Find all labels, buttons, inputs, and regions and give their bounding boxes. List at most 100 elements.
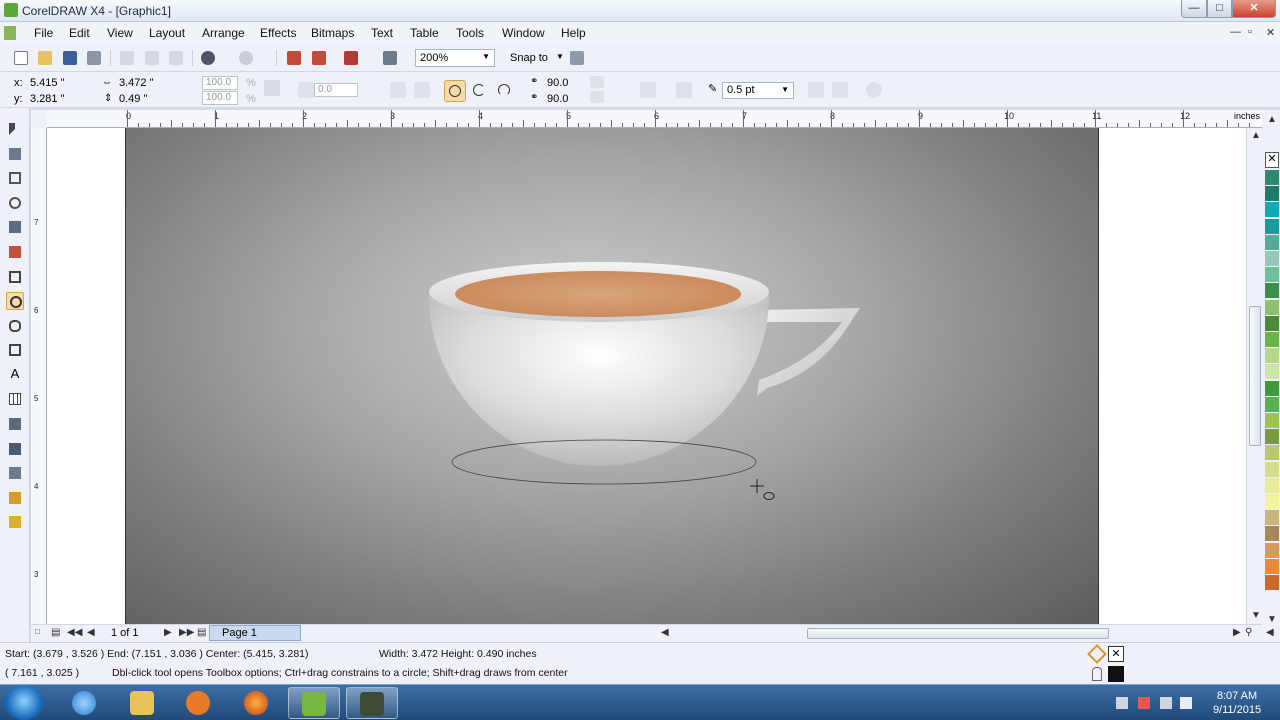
undo-icon[interactable] [199,49,217,67]
coffee-surface[interactable] [455,271,741,317]
menu-edit[interactable]: Edit [69,26,90,40]
no-fill-swatch[interactable]: ✕ [1265,152,1279,168]
palette-swatch[interactable] [1265,364,1279,381]
start-angle-field[interactable]: 90.0 [547,77,568,89]
media-player-icon[interactable] [172,687,224,719]
print-icon[interactable] [85,49,103,67]
ruler-origin[interactable] [31,110,47,128]
menu-effects[interactable]: Effects [260,26,296,40]
no-fill-indicator[interactable]: ✕ [1108,646,1124,662]
outline-color-indicator[interactable] [1108,666,1124,682]
minimize-button[interactable]: — [1181,0,1207,18]
palette-swatch[interactable] [1265,218,1279,235]
palette-swatch[interactable] [1265,558,1279,575]
scroll-down-arrow[interactable]: ▼ [1251,610,1261,621]
previous-page-icon[interactable]: ◀ [87,627,95,638]
parallel-dimension-tool-icon[interactable] [6,415,24,433]
doc-restore-button[interactable]: ▫ [1248,26,1252,38]
palette-swatch[interactable] [1265,170,1279,186]
lock-ratio-icon[interactable] [264,80,280,96]
palette-flyout-icon[interactable]: ◀ [1266,627,1274,638]
arc-mode-button[interactable] [494,80,516,102]
menu-bitmaps[interactable]: Bitmaps [311,26,354,40]
new-icon[interactable] [12,49,30,67]
menu-window[interactable]: Window [502,26,545,40]
basic-shapes-tool-icon[interactable] [6,341,24,359]
snap-to-dropdown[interactable]: Snap to [510,52,548,64]
outline-pen-indicator-icon[interactable] [1092,667,1102,681]
first-page-icon[interactable]: ◀◀ [67,627,82,638]
palette-swatch[interactable] [1265,510,1279,527]
palette-scroll-down-arrow[interactable]: ▼ [1267,614,1277,625]
start-button[interactable] [4,686,44,720]
taskbar-clock[interactable]: 8:07 AM 9/11/2015 [1202,689,1272,717]
menu-tools[interactable]: Tools [456,26,484,40]
freehand-tool-icon[interactable] [6,218,24,236]
coreldraw-app-icon[interactable] [4,3,18,17]
palette-swatch[interactable] [1265,202,1279,219]
outline-width-dropdown[interactable]: 0.5 pt ▼ [722,82,794,99]
maximize-button[interactable]: □ [1207,0,1232,18]
last-page-icon[interactable]: ▶▶ [179,627,194,638]
interactive-fill-tool-icon[interactable] [6,513,24,531]
application-launcher-icon[interactable] [342,49,360,67]
fill-tool-icon[interactable] [6,489,24,507]
scroll-left-arrow[interactable]: ◀ [661,627,669,638]
import-icon[interactable] [285,49,303,67]
pick-tool-icon[interactable] [6,120,24,138]
ellipse-mode-button[interactable] [444,80,466,102]
paste-icon[interactable] [167,49,185,67]
palette-swatch[interactable] [1265,283,1279,300]
options-icon[interactable] [568,49,586,67]
internet-explorer-icon[interactable] [58,687,110,719]
navigator-zoom-icon[interactable]: ⚲ [1245,627,1252,638]
wrap-text-icon[interactable] [676,82,692,98]
crop-tool-icon[interactable] [6,169,24,187]
tray-up-arrow-icon[interactable] [1116,697,1128,709]
pie-mode-button[interactable] [469,80,491,102]
network-icon[interactable] [1160,697,1172,709]
page-options-icon[interactable]: ▤ [51,627,60,638]
doc-minimize-button[interactable]: — [1230,26,1241,38]
palette-swatch[interactable] [1265,186,1279,203]
text-tool-icon[interactable]: A [6,366,24,384]
menu-view[interactable]: View [107,26,133,40]
menu-table[interactable]: Table [410,26,439,40]
polygon-tool-icon[interactable] [6,317,24,335]
vertical-scrollbar[interactable]: ▲ ▼ [1246,128,1262,624]
palette-swatch[interactable] [1265,396,1279,413]
palette-swatch[interactable] [1265,429,1279,446]
fill-indicator-icon[interactable] [1087,644,1107,664]
menu-arrange[interactable]: Arrange [202,26,245,40]
drawing-window[interactable] [47,128,1246,624]
convert-to-curves-icon[interactable] [866,82,882,98]
table-tool-icon[interactable] [6,390,24,408]
palette-swatch[interactable] [1265,380,1279,397]
palette-swatch[interactable] [1265,477,1279,494]
scale-height-field[interactable]: 100.0 [202,91,238,105]
coreldraw-taskbar-icon[interactable] [288,687,340,719]
to-front-icon[interactable] [808,82,824,98]
width-field[interactable]: 3.472 " [119,77,154,89]
volume-icon[interactable] [1180,697,1192,709]
doc-close-button[interactable]: ✕ [1266,26,1275,39]
close-button[interactable]: ✕ [1232,0,1276,18]
zoom-tool-icon[interactable] [6,194,24,212]
horizontal-ruler[interactable]: 0 1 2 3 4 5 6 7 8 9 10 11 12 [47,110,1262,128]
menu-file[interactable]: File [34,26,53,40]
vertical-scroll-thumb[interactable] [1249,306,1261,446]
menu-help[interactable]: Help [561,26,586,40]
vertical-ruler[interactable]: 7 6 5 4 3 [31,128,47,624]
export-icon[interactable] [310,49,328,67]
horizontal-scroll-thumb[interactable] [807,628,1109,639]
zoom-dropdown[interactable]: 200% ▼ [415,49,495,67]
cut-icon[interactable] [118,49,136,67]
outline-tool-icon[interactable] [6,464,24,482]
palette-swatch[interactable] [1265,461,1279,478]
menu-text[interactable]: Text [371,26,393,40]
tray-flag-icon[interactable] [1138,697,1150,709]
palette-swatch[interactable] [1265,445,1279,462]
palette-swatch[interactable] [1265,315,1279,332]
start-angle-spinner[interactable] [590,76,604,88]
palette-swatch[interactable] [1265,299,1279,316]
